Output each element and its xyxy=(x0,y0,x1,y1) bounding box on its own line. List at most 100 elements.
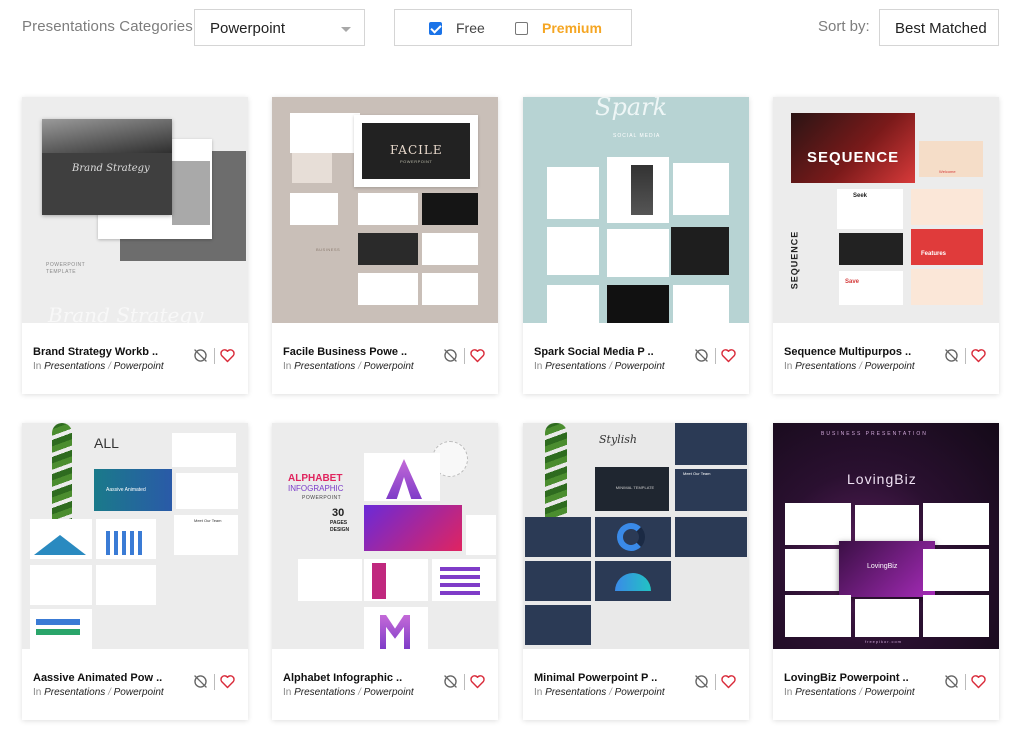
action-divider xyxy=(214,674,215,690)
cover-sub: POWERPOINT xyxy=(302,495,342,501)
presentation-card[interactable]: ALL Aassive Animated Meet Our Team Aassi… xyxy=(22,423,248,720)
pages-label-1: PAGES xyxy=(330,520,348,526)
hide-icon[interactable] xyxy=(693,673,710,690)
presentation-card[interactable]: ALPHABET INFOGRAPHIC POWERPOINT 30 PAGES… xyxy=(272,423,498,720)
separator: / xyxy=(358,687,361,698)
subcategory-link[interactable]: Powerpoint xyxy=(364,687,414,698)
slide-mock xyxy=(839,271,903,305)
subcategory-link[interactable]: Powerpoint xyxy=(615,687,665,698)
category-link[interactable]: Presentations xyxy=(294,361,355,372)
card-thumbnail[interactable]: Brand Strategy POWERPOINT TEMPLATE Brand… xyxy=(22,97,248,323)
action-divider xyxy=(715,348,716,364)
slide-word-aassive: Aassive Animated xyxy=(106,487,146,493)
card-thumbnail[interactable]: ALL Aassive Animated Meet Our Team xyxy=(22,423,248,649)
card-thumbnail[interactable]: SEQUENCE SEQUENCE Seek Features Save Wel… xyxy=(773,97,999,323)
slide-mock xyxy=(525,517,591,557)
cover-sub: SOCIAL MEDIA xyxy=(613,133,661,139)
slide-mock xyxy=(298,559,362,601)
card-title[interactable]: Spark Social Media P .. xyxy=(534,346,654,358)
slide-photo xyxy=(631,165,653,215)
slide-mock xyxy=(172,433,236,467)
donut-chart xyxy=(617,523,645,551)
heart-icon[interactable] xyxy=(219,347,236,364)
slide-mock xyxy=(671,227,729,275)
subcategory-link[interactable]: Powerpoint xyxy=(865,361,915,372)
hide-icon[interactable] xyxy=(943,347,960,364)
hide-icon[interactable] xyxy=(442,673,459,690)
separator: / xyxy=(859,687,862,698)
category-link[interactable]: Presentations xyxy=(545,361,606,372)
heart-icon[interactable] xyxy=(219,673,236,690)
category-link[interactable]: Presentations xyxy=(795,361,856,372)
cover-title: FACILE xyxy=(390,143,443,157)
slide-mock xyxy=(855,505,919,543)
slide-mock xyxy=(30,565,92,605)
heart-icon[interactable] xyxy=(970,347,987,364)
slide-mock xyxy=(172,161,210,225)
presentation-grid: Brand Strategy POWERPOINT TEMPLATE Brand… xyxy=(0,0,1024,736)
presentation-card[interactable]: Stylish MINIMAL TEMPLATE Meet Our Team M… xyxy=(523,423,749,720)
subcategory-link[interactable]: Powerpoint xyxy=(865,687,915,698)
subcategory-link[interactable]: Powerpoint xyxy=(615,361,665,372)
subcategory-link[interactable]: Powerpoint xyxy=(114,361,164,372)
card-title[interactable]: Aassive Animated Pow .. xyxy=(33,672,162,684)
heart-icon[interactable] xyxy=(720,347,737,364)
subcategory-link[interactable]: Powerpoint xyxy=(114,687,164,698)
category-link[interactable]: Presentations xyxy=(44,687,105,698)
hide-icon[interactable] xyxy=(192,673,209,690)
card-meta: In Presentations / Powerpoint xyxy=(283,361,414,372)
card-thumbnail[interactable]: FACILE POWERPOINT BUSINESS xyxy=(272,97,498,323)
card-title[interactable]: Facile Business Powe .. xyxy=(283,346,407,358)
in-label: In xyxy=(784,361,793,372)
category-link[interactable]: Presentations xyxy=(795,687,856,698)
heart-icon[interactable] xyxy=(970,673,987,690)
card-thumbnail[interactable]: ALPHABET INFOGRAPHIC POWERPOINT 30 PAGES… xyxy=(272,423,498,649)
slide-mock xyxy=(422,193,478,225)
presentation-card[interactable]: SEQUENCE SEQUENCE Seek Features Save Wel… xyxy=(773,97,999,394)
heart-icon[interactable] xyxy=(720,673,737,690)
slide-mock xyxy=(675,423,747,465)
slide-mock xyxy=(547,285,599,323)
heart-icon[interactable] xyxy=(469,673,486,690)
slide-mock xyxy=(358,193,418,225)
presentation-card[interactable]: BUSINESS PRESENTATION LovingBiz LovingBi… xyxy=(773,423,999,720)
hide-icon[interactable] xyxy=(943,673,960,690)
card-thumbnail[interactable]: BUSINESS PRESENTATION LovingBiz LovingBi… xyxy=(773,423,999,649)
cover-sub: MINIMAL TEMPLATE xyxy=(615,485,655,490)
card-title[interactable]: Brand Strategy Workb .. xyxy=(33,346,158,358)
hide-icon[interactable] xyxy=(442,347,459,364)
cover-script-text: Brand Strategy xyxy=(72,163,150,174)
category-link[interactable]: Presentations xyxy=(44,361,105,372)
plant-leaves xyxy=(545,423,567,529)
card-thumbnail[interactable]: Spark SOCIAL MEDIA xyxy=(523,97,749,323)
category-link[interactable]: Presentations xyxy=(545,687,606,698)
slide-mock xyxy=(96,565,156,605)
card-title[interactable]: Alphabet Infographic .. xyxy=(283,672,402,684)
slide-mock xyxy=(923,503,989,545)
presentation-card[interactable]: FACILE POWERPOINT BUSINESS Facile Busine… xyxy=(272,97,498,394)
card-title[interactable]: LovingBiz Powerpoint .. xyxy=(784,672,909,684)
hide-icon[interactable] xyxy=(693,347,710,364)
slide-word-seek: Seek xyxy=(853,193,868,199)
category-link[interactable]: Presentations xyxy=(294,687,355,698)
presentation-card[interactable]: Spark SOCIAL MEDIA Spark Social Media P … xyxy=(523,97,749,394)
subcategory-link[interactable]: Powerpoint xyxy=(364,361,414,372)
card-thumbnail[interactable]: Stylish MINIMAL TEMPLATE Meet Our Team xyxy=(523,423,749,649)
vertical-title: SEQUENCE xyxy=(789,230,800,290)
card-title[interactable]: Sequence Multipurpos .. xyxy=(784,346,911,358)
in-label: In xyxy=(534,361,543,372)
slide-mock xyxy=(422,233,478,265)
card-meta: In Presentations / Powerpoint xyxy=(784,687,915,698)
hide-icon[interactable] xyxy=(192,347,209,364)
heart-icon[interactable] xyxy=(469,347,486,364)
card-title[interactable]: Minimal Powerpoint P .. xyxy=(534,672,657,684)
in-label: In xyxy=(534,687,543,698)
slide-word-team: Meet Our Team xyxy=(683,471,711,476)
action-divider xyxy=(715,674,716,690)
presentation-card[interactable]: Brand Strategy POWERPOINT TEMPLATE Brand… xyxy=(22,97,248,394)
arrow-shape xyxy=(36,619,80,625)
slide-mock xyxy=(358,273,418,305)
pages-number: 30 xyxy=(332,507,345,519)
slide-mock xyxy=(176,473,238,509)
in-label: In xyxy=(283,687,292,698)
